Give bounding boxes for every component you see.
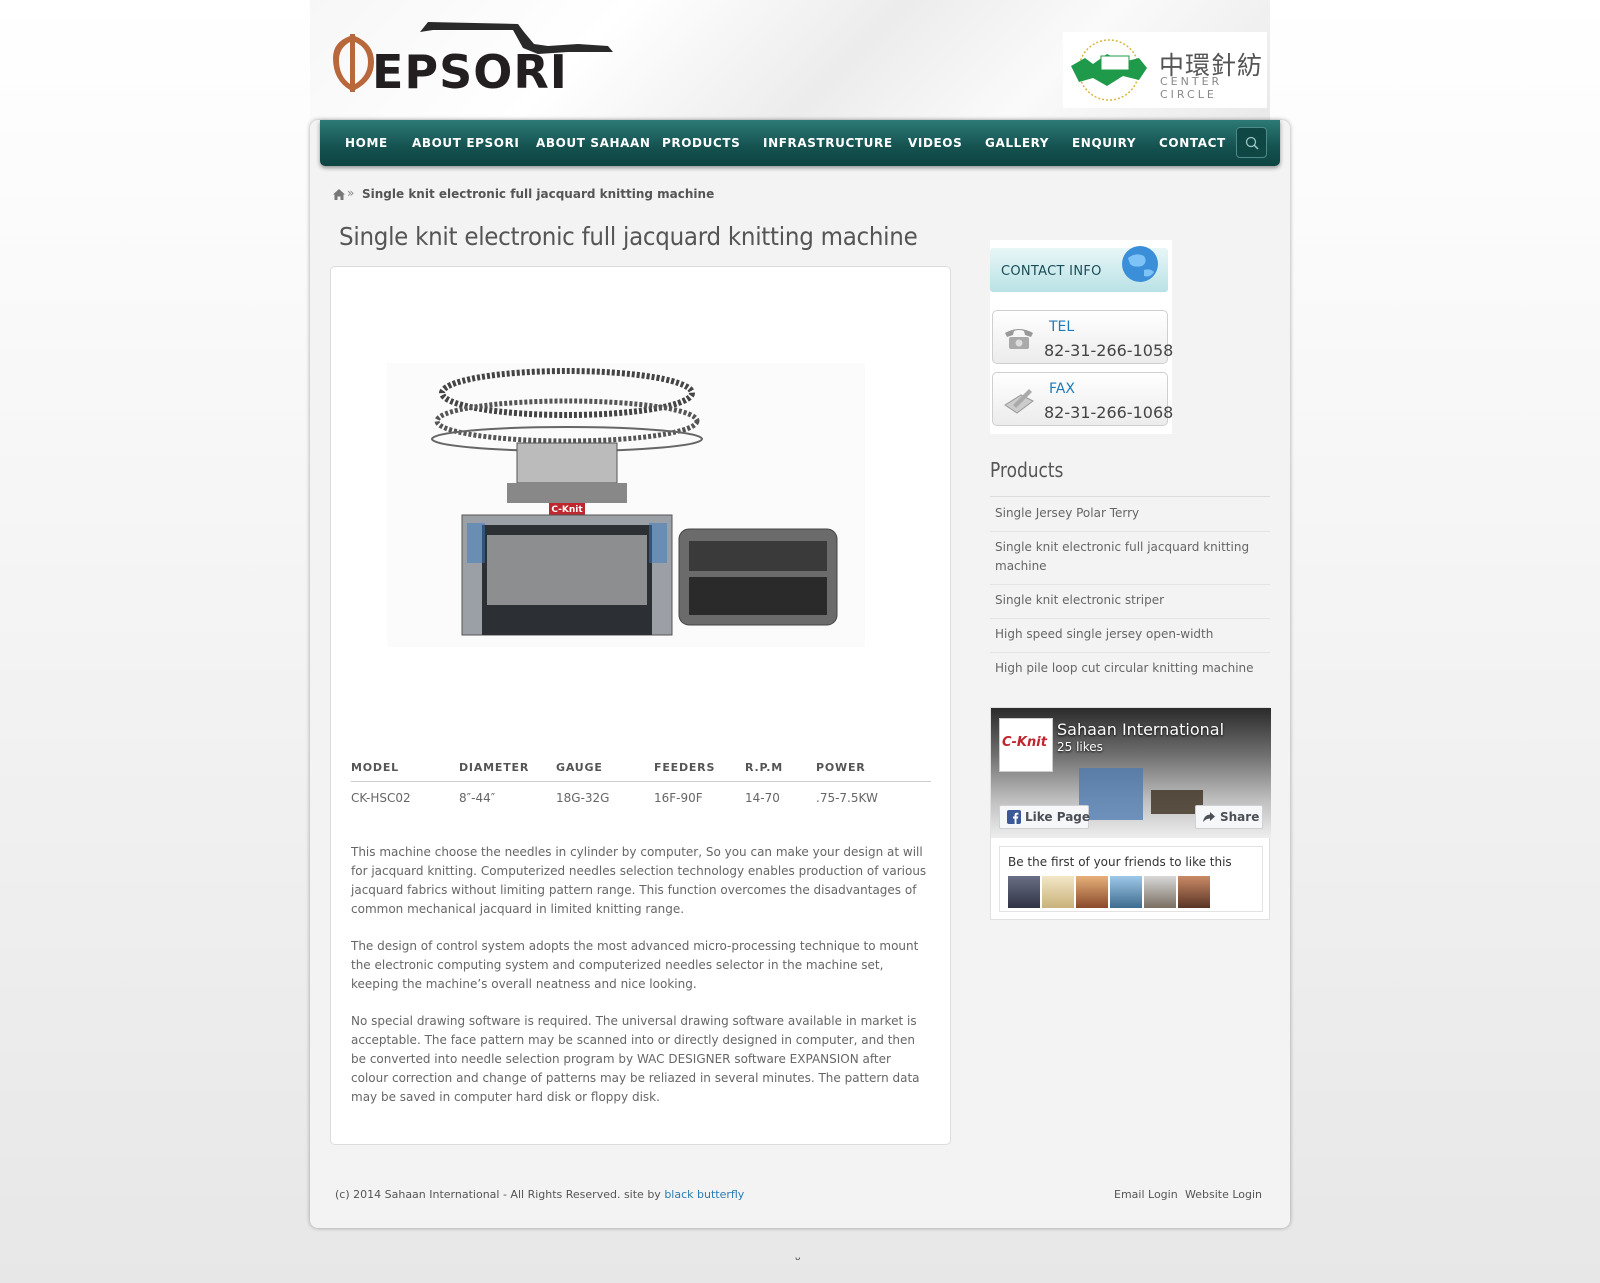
center-circle-emblem	[1071, 39, 1147, 101]
website-login-link[interactable]: Website Login	[1185, 1188, 1262, 1201]
telephone-icon	[1005, 329, 1033, 349]
tel-card[interactable]: TEL 82-31-266-1058	[992, 310, 1173, 364]
spec-header-feeders: FEEDERS	[654, 761, 716, 774]
product-link-electronic-striper[interactable]: Single knit electronic striper	[995, 591, 1260, 610]
nav-products[interactable]: PRODUCTS	[662, 136, 740, 150]
spec-cell-gauge: 18G-32G	[556, 791, 610, 805]
contact-info-header: CONTACT INFO	[990, 246, 1168, 292]
description-paragraph-3: No special drawing software is required.…	[351, 1014, 920, 1104]
spec-divider	[351, 781, 931, 782]
logo-wordmark: EPSORI	[372, 45, 568, 99]
home-icon[interactable]	[333, 189, 345, 200]
content-panel: C-Knit MODEL DIAMETER GAUGE FEEDERS R.P.…	[330, 266, 951, 1145]
fax-label: FAX	[1049, 381, 1075, 397]
globe-icon	[1122, 246, 1158, 282]
facebook-share-button[interactable]: Share	[1195, 805, 1263, 829]
fax-value: 82-31-266-1068	[1044, 403, 1174, 422]
fax-card[interactable]: FAX 82-31-266-1068	[992, 372, 1173, 426]
product-divider	[990, 618, 1270, 619]
friend-avatar[interactable]	[1042, 876, 1074, 908]
tel-value: 82-31-266-1058	[1044, 341, 1174, 360]
page-title: Single knit electronic full jacquard kni…	[339, 222, 918, 251]
main-navigation: HOME ABOUT EPSORI ABOUT SAHAAN PRODUCTS …	[320, 120, 1280, 166]
nav-home[interactable]: HOME	[345, 136, 388, 150]
contact-info-title: CONTACT INFO	[1001, 264, 1102, 279]
products-heading: Products	[990, 458, 1064, 482]
spec-header-power: POWER	[816, 761, 866, 774]
fax-icon	[1004, 389, 1034, 414]
facebook-icon	[1007, 810, 1021, 824]
epsori-logo[interactable]: EPSORI	[328, 18, 668, 98]
friend-avatar[interactable]	[1144, 876, 1176, 908]
nav-search-button[interactable]	[1236, 127, 1267, 158]
facebook-page-logo[interactable]: C-Knit	[999, 718, 1053, 772]
spec-cell-diameter: 8″-44″	[459, 791, 496, 805]
share-arrow-icon	[1203, 812, 1215, 822]
email-login-link[interactable]: Email Login	[1114, 1188, 1178, 1201]
tel-label: TEL	[1049, 319, 1075, 335]
product-link-full-jacquard[interactable]: Single knit electronic full jacquard kni…	[995, 538, 1260, 576]
nav-gallery[interactable]: GALLERY	[985, 136, 1049, 150]
spec-cell-feeders: 16F-90F	[654, 791, 703, 805]
friend-avatar[interactable]	[1110, 876, 1142, 908]
facebook-friends-panel: Be the first of your friends to like thi…	[999, 846, 1263, 912]
product-link-high-pile[interactable]: High pile loop cut circular knitting mac…	[995, 659, 1260, 678]
spec-header-gauge: GAUGE	[556, 761, 603, 774]
description-paragraph-2: The design of control system adopts the …	[351, 939, 919, 991]
facebook-share-label: Share	[1220, 810, 1260, 824]
facebook-likes-count: 25 likes	[1057, 740, 1103, 754]
products-heading-divider	[990, 496, 1270, 497]
spec-header-diameter: DIAMETER	[459, 761, 530, 774]
spec-header-model: MODEL	[351, 761, 399, 774]
facebook-like-page-button[interactable]: Like Page	[999, 805, 1091, 829]
product-divider	[990, 531, 1270, 532]
product-divider	[990, 652, 1270, 653]
spec-cell-power: .75-7.5KW	[816, 791, 878, 805]
knitting-machine-illustration: C-Knit	[431, 368, 838, 636]
center-circle-logo[interactable]: 中環針紡 CENTER CIRCLE	[1063, 32, 1267, 108]
breadcrumb-separator: »	[347, 186, 355, 200]
bottom-glyph: ᴗ	[795, 1253, 801, 1263]
nav-videos[interactable]: VIDEOS	[908, 136, 962, 150]
facebook-like-label: Like Page	[1025, 810, 1091, 824]
facebook-friends-text: Be the first of your friends to like thi…	[1008, 855, 1232, 869]
search-icon	[1245, 136, 1259, 150]
contact-info-widget: CONTACT INFO TEL 82-31-266-1058 FAX 82-3…	[990, 240, 1173, 434]
friend-avatar[interactable]	[1076, 876, 1108, 908]
designer-credit-link[interactable]: black butterfly	[664, 1188, 744, 1201]
spec-cell-rpm: 14-70	[745, 791, 780, 805]
friend-avatar[interactable]	[1178, 876, 1210, 908]
facebook-logo-text: C-Knit	[1002, 735, 1047, 750]
facebook-cover-image[interactable]: C-Knit Sahaan International 25 likes Lik…	[991, 708, 1271, 838]
product-link-open-width[interactable]: High speed single jersey open-width	[995, 625, 1260, 644]
product-divider	[990, 584, 1270, 585]
product-image[interactable]: C-Knit	[387, 363, 865, 647]
nav-enquiry[interactable]: ENQUIRY	[1072, 136, 1136, 150]
machine-brand-badge: C-Knit	[551, 505, 583, 515]
nav-about-epsori[interactable]: ABOUT EPSORI	[412, 136, 519, 150]
spec-header-rpm: R.P.M	[745, 761, 784, 774]
product-link-polar-terry[interactable]: Single Jersey Polar Terry	[995, 504, 1260, 523]
footer-copyright: (c) 2014 Sahaan International - All Righ…	[335, 1188, 744, 1201]
copyright-text: (c) 2014 Sahaan International - All Righ…	[335, 1188, 665, 1201]
facebook-page-name[interactable]: Sahaan International	[1057, 720, 1224, 739]
facebook-page-widget: C-Knit Sahaan International 25 likes Lik…	[990, 707, 1271, 920]
description-paragraph-1: This machine choose the needles in cylin…	[351, 845, 927, 916]
nav-contact[interactable]: CONTACT	[1159, 136, 1226, 150]
center-circle-english-name: CENTER CIRCLE	[1160, 75, 1223, 101]
nav-about-sahaan[interactable]: ABOUT SAHAAN	[536, 136, 651, 150]
friend-avatar[interactable]	[1008, 876, 1040, 908]
nav-infrastructure[interactable]: INFRASTRUCTURE	[763, 136, 893, 150]
breadcrumb-current: Single knit electronic full jacquard kni…	[362, 187, 715, 201]
spec-cell-model: CK-HSC02	[351, 791, 411, 805]
